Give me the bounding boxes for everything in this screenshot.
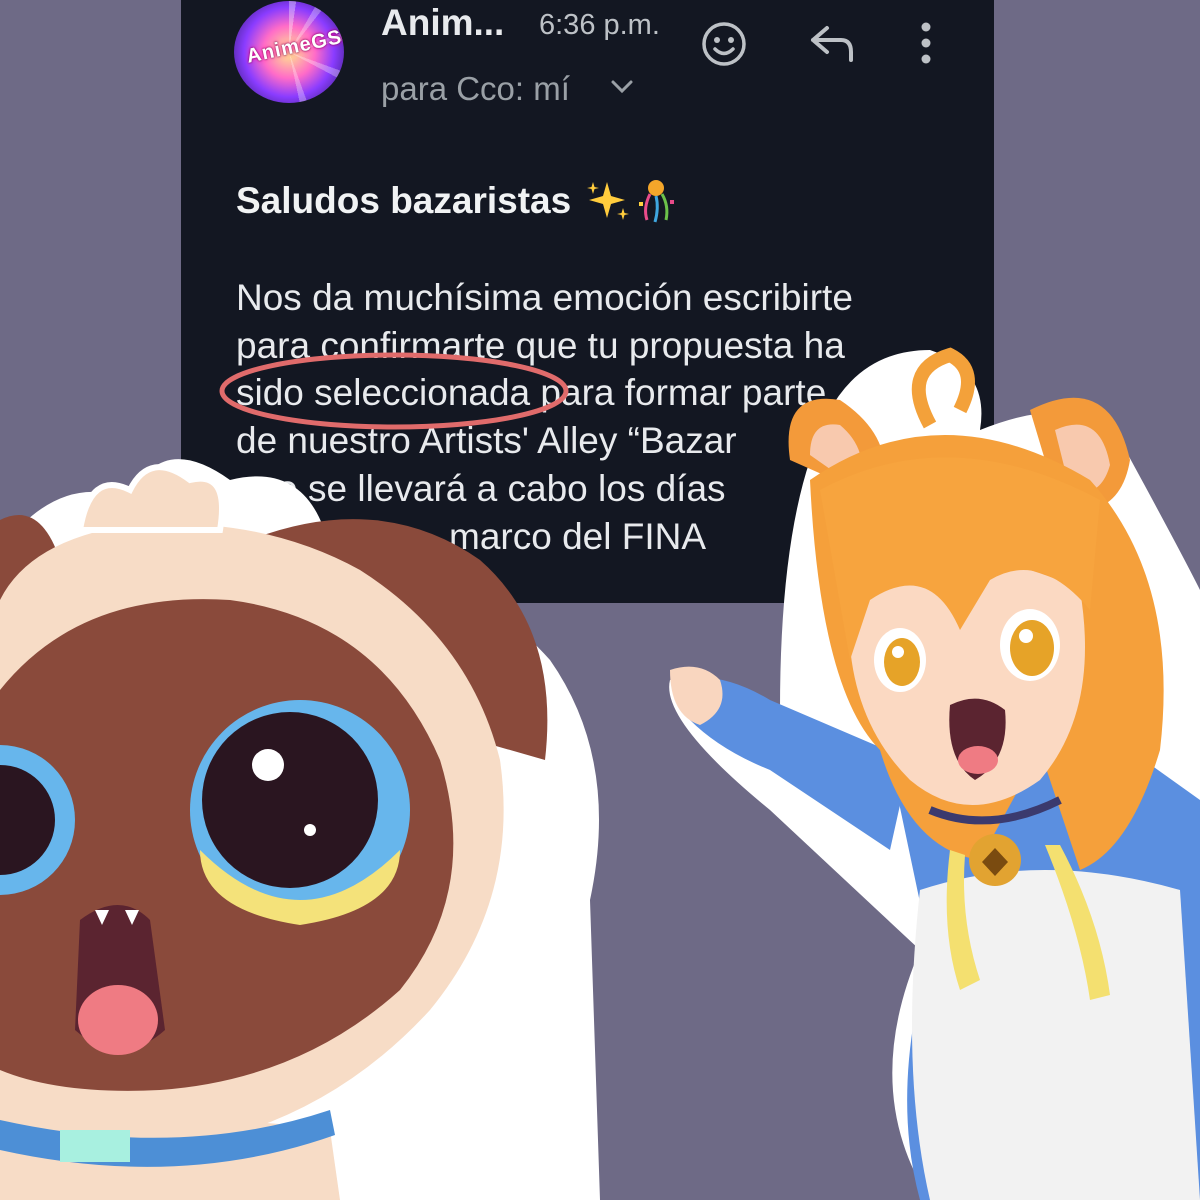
sparkles-icon <box>587 182 629 220</box>
recipient-line[interactable]: para Cco: mí <box>381 70 570 108</box>
chevron-down-icon[interactable] <box>609 76 635 98</box>
email-greeting: Saludos bazaristas <box>236 180 572 221</box>
highlight-circle <box>219 352 569 430</box>
emoji-reaction-icon <box>702 22 746 66</box>
reply-icon <box>811 26 853 62</box>
email-time: 6:36 p.m. <box>539 9 660 41</box>
emoji-reaction-button[interactable] <box>700 20 748 68</box>
more-vert-icon <box>921 22 931 64</box>
sender-avatar[interactable]: AnimeGShow <box>234 1 344 103</box>
fox-eared-girl-character <box>669 347 1200 1200</box>
sender-name[interactable]: Anim... <box>381 2 504 44</box>
siamese-cat-character <box>0 459 600 1200</box>
confetti-icon <box>639 180 674 223</box>
reply-button[interactable] <box>809 24 855 64</box>
email-body-line: Nos da muchísima emoción escribirte <box>236 277 853 318</box>
more-options-button[interactable] <box>911 20 941 66</box>
